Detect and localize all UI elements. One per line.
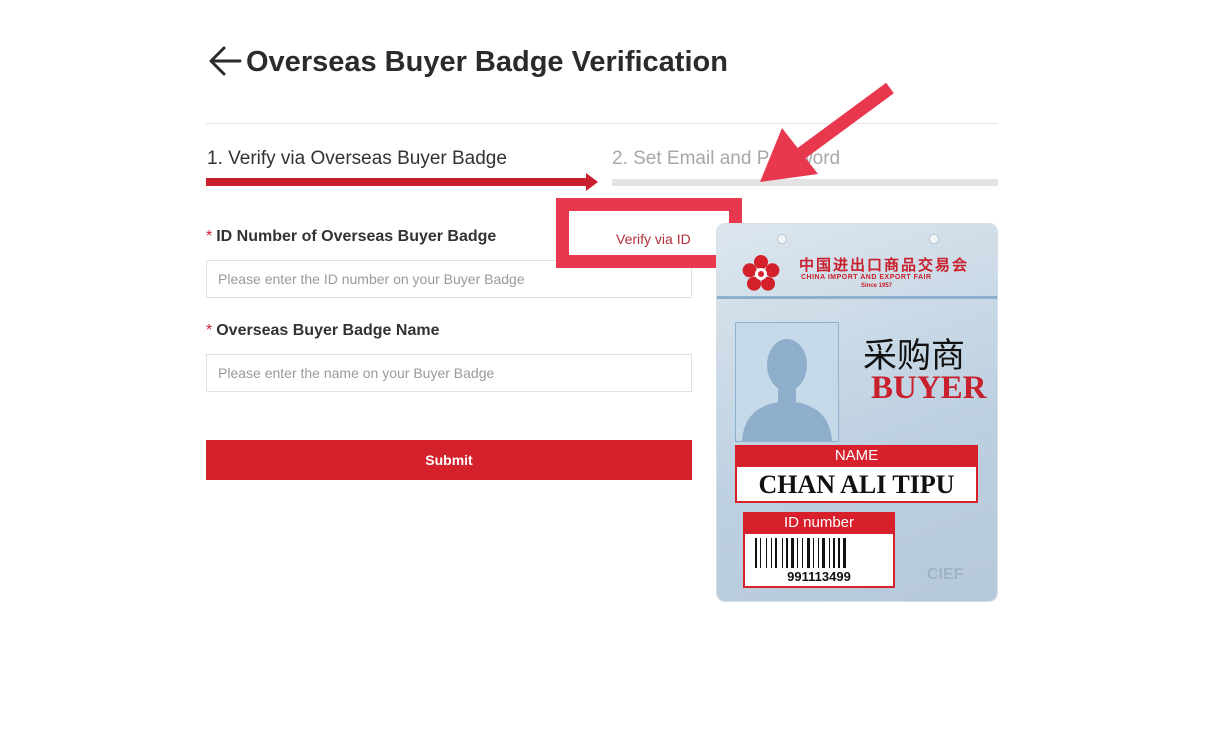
step-1-progress-arrowhead bbox=[586, 173, 598, 191]
badge-name-label-text: Overseas Buyer Badge Name bbox=[216, 322, 440, 339]
red-annotation-arrow-icon bbox=[760, 82, 894, 182]
required-mark: * bbox=[206, 228, 213, 245]
submit-button[interactable]: Submit bbox=[206, 440, 692, 480]
id-number-label: * ID Number of Overseas Buyer Badge bbox=[206, 227, 496, 247]
badge-role: BUYER bbox=[871, 370, 987, 406]
buyer-badge-image: 中国进出口商品交易会 CHINA IMPORT AND EXPORT FAIR … bbox=[717, 224, 997, 601]
badge-id-value: 991113499 bbox=[787, 569, 851, 584]
back-arrow-icon[interactable] bbox=[206, 44, 244, 78]
barcode-icon bbox=[755, 538, 846, 568]
badge-fair-name-en: CHINA IMPORT AND EXPORT FAIR bbox=[801, 274, 932, 281]
badge-hole bbox=[929, 234, 939, 244]
badge-name-label: * Overseas Buyer Badge Name bbox=[206, 321, 439, 341]
required-mark: * bbox=[206, 322, 213, 339]
badge-name-value: CHAN ALI TIPU bbox=[758, 470, 955, 499]
fair-flower-logo-icon bbox=[742, 255, 780, 291]
badge-id-header: ID number bbox=[743, 512, 895, 534]
step-1-progress-bar bbox=[206, 178, 588, 186]
person-silhouette-icon bbox=[742, 339, 832, 441]
badge-fair-name-cn: 中国进出口商品交易会 bbox=[799, 256, 970, 274]
verify-via-id-link[interactable]: Verify via ID bbox=[616, 230, 691, 248]
badge-photo-placeholder bbox=[735, 322, 839, 442]
badge-name-header: NAME bbox=[735, 445, 978, 467]
badge-header-rule bbox=[717, 296, 997, 299]
id-number-label-text: ID Number of Overseas Buyer Badge bbox=[216, 228, 497, 245]
step-1-label: 1. Verify via Overseas Buyer Badge bbox=[207, 148, 507, 169]
badge-name-input[interactable] bbox=[206, 354, 692, 392]
page-title: Overseas Buyer Badge Verification bbox=[246, 46, 728, 78]
badge-hole bbox=[777, 234, 787, 244]
badge-since: Since 1957 bbox=[861, 283, 893, 289]
badge-watermark: CIEF bbox=[927, 566, 964, 583]
